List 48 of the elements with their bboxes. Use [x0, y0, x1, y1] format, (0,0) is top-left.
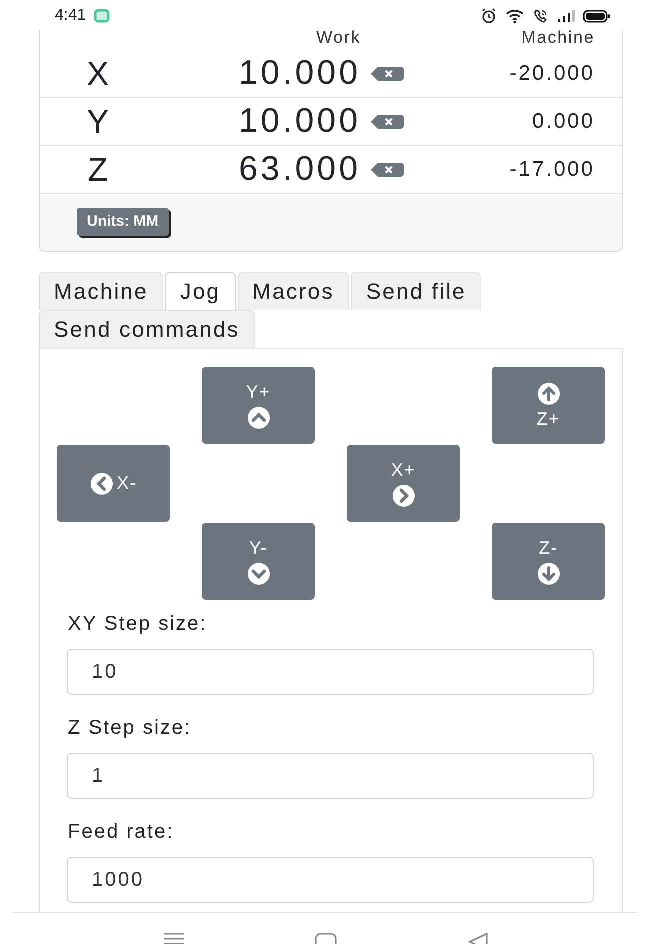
- tab[interactable]: Send file: [351, 272, 482, 310]
- jog-button[interactable]: X+: [347, 445, 460, 522]
- alarm-icon: [481, 8, 497, 24]
- work-coordinate: 10.000: [238, 102, 361, 141]
- units-button[interactable]: Units: MM: [77, 208, 169, 236]
- chevron-up-icon: [246, 406, 270, 430]
- clock-time: 4:41: [55, 7, 86, 25]
- call-icon: [533, 8, 549, 24]
- jog-button[interactable]: Z+: [492, 367, 605, 444]
- chevron-right-icon: [392, 484, 416, 508]
- machine-coordinate: 0.000: [531, 110, 595, 134]
- app-notification-icon: [94, 9, 110, 23]
- input-field[interactable]: 1: [67, 753, 594, 799]
- jog-button[interactable]: Y+: [202, 367, 315, 444]
- field-label: XY Step size:: [68, 613, 208, 636]
- axis-label: Z: [86, 150, 110, 188]
- chevron-down-icon: [246, 562, 270, 586]
- tab[interactable]: Send commands: [39, 310, 255, 348]
- arrow-up-icon: [536, 382, 560, 406]
- work-coordinate: 63.000: [238, 150, 361, 189]
- work-coordinate: 10.000: [238, 54, 361, 93]
- tab[interactable]: Jog: [165, 272, 236, 310]
- tab[interactable]: Macros: [238, 272, 350, 310]
- battery-icon: [583, 10, 611, 22]
- axis-label: Y: [86, 102, 110, 140]
- jog-button[interactable]: Z-: [492, 523, 605, 600]
- jog-button[interactable]: X-: [57, 445, 170, 522]
- back-icon[interactable]: [466, 933, 488, 944]
- wifi-icon: [505, 8, 525, 24]
- input-field[interactable]: 10: [67, 649, 594, 695]
- machine-coordinate: -20.000: [508, 62, 595, 86]
- signal-icon: [557, 10, 575, 22]
- clear-icon[interactable]: [371, 162, 404, 176]
- column-header: Machine: [520, 30, 595, 46]
- clear-icon[interactable]: [371, 66, 404, 80]
- field-label: Feed rate:: [68, 821, 176, 844]
- jog-button[interactable]: Y-: [202, 523, 315, 600]
- chevron-left-icon: [90, 472, 114, 496]
- axis-label: X: [86, 54, 110, 92]
- menu-icon[interactable]: [162, 933, 184, 944]
- arrow-down-icon: [536, 562, 560, 586]
- tab[interactable]: Machine: [39, 272, 164, 310]
- machine-coordinate: -17.000: [508, 158, 595, 182]
- field-label: Z Step size:: [68, 717, 193, 740]
- clear-icon[interactable]: [371, 114, 404, 128]
- input-field[interactable]: 1000: [67, 857, 594, 903]
- column-header: Work: [315, 30, 361, 46]
- home-icon[interactable]: [314, 933, 336, 944]
